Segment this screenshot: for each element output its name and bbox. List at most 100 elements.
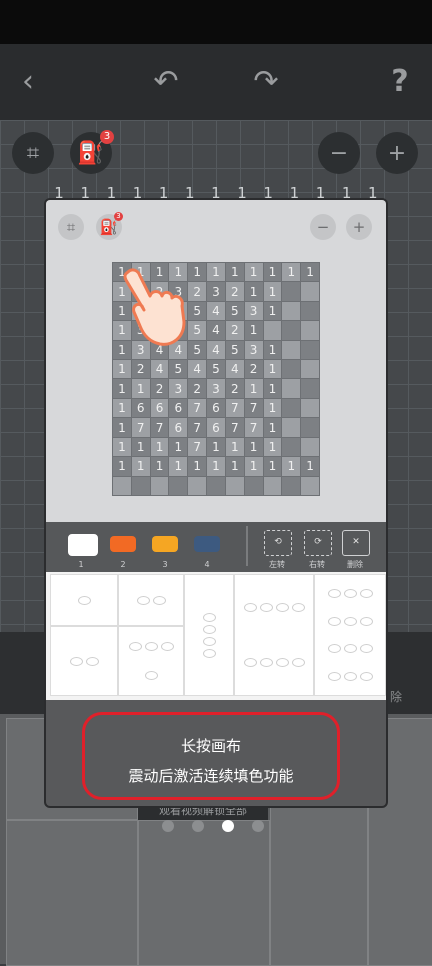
grid-cell: 6 — [131, 398, 150, 418]
grid-cell — [301, 418, 319, 437]
top-toolbar — [0, 44, 432, 120]
color-swatch-label: 1 — [78, 560, 84, 569]
grid-cell: 1 — [244, 263, 263, 282]
grid-cell: 4 — [150, 360, 169, 379]
grid-cell: 1 — [188, 457, 207, 476]
tutorial-modal: ⌗ ⛽ 3 − + 111111111111123232111344545311… — [46, 200, 386, 806]
color-swatch-label: 4 — [204, 560, 210, 569]
grid-cell: 1 — [263, 301, 282, 321]
undo-icon[interactable]: ↶ — [146, 62, 186, 102]
grid-cell: 1 — [263, 263, 282, 282]
grid-cell: 2 — [225, 321, 244, 340]
grid-cell: 1 — [113, 457, 131, 476]
select-tool-icon[interactable]: ⌗ — [12, 132, 54, 174]
grid-cell — [301, 321, 319, 340]
grid-cell: 7 — [244, 418, 263, 437]
grid-cell: 6 — [207, 398, 225, 418]
grid-cell — [282, 476, 301, 495]
grid-cell: 4 — [188, 360, 207, 379]
grid-cell: 1 — [263, 340, 282, 360]
grid-cell: 2 — [225, 379, 244, 398]
zoom-out-icon[interactable]: − — [318, 132, 360, 174]
rotate-right-label: 右转 — [309, 560, 325, 569]
rotate-right-icon: ⟳ — [304, 530, 332, 556]
fill-count-badge: 3 — [100, 130, 114, 144]
zoom-in-icon[interactable]: + — [376, 132, 418, 174]
grid-cell — [282, 340, 301, 360]
page-dot[interactable] — [252, 820, 264, 832]
rotate-left-label: 左转 — [269, 560, 285, 569]
grid-cell: 1 — [282, 263, 301, 282]
brick-4x4 — [314, 574, 386, 696]
back-icon[interactable]: ‹ — [8, 62, 48, 102]
grid-cell: 5 — [225, 340, 244, 360]
grid-cell: 1 — [225, 437, 244, 457]
grid-cell: 6 — [150, 398, 169, 418]
delete-label: 删除 — [347, 560, 363, 569]
delete-label-behind: 除 — [390, 690, 403, 704]
grid-cell: 7 — [225, 398, 244, 418]
grid-cell — [301, 282, 319, 301]
palette-divider — [246, 526, 248, 566]
grid-cell: 1 — [282, 457, 301, 476]
grid-cell: 7 — [188, 398, 207, 418]
grid-cell — [282, 321, 301, 340]
grid-cell: 1 — [113, 437, 131, 457]
grid-cell: 1 — [113, 418, 131, 437]
rotate-left-icon: ⟲ — [264, 530, 292, 556]
grid-cell: 1 — [113, 379, 131, 398]
grid-cell — [188, 476, 207, 495]
grid-cell — [282, 360, 301, 379]
brick-cell — [6, 820, 138, 966]
page-indicator — [162, 820, 264, 832]
grid-cell: 1 — [263, 418, 282, 437]
brick-library — [46, 572, 386, 700]
grid-cell: 1 — [131, 379, 150, 398]
grid-cell — [282, 437, 301, 457]
brick-cell — [138, 820, 270, 966]
grid-cell: 1 — [169, 437, 188, 457]
color-swatch — [110, 536, 136, 552]
grid-cell: 7 — [150, 418, 169, 437]
grid-cell: 3 — [207, 379, 225, 398]
redo-icon[interactable]: ↷ — [246, 62, 286, 102]
grid-cell: 1 — [207, 457, 225, 476]
preview-zoom-in-icon: + — [346, 214, 372, 240]
brick-1x4 — [184, 574, 234, 696]
grid-cell — [207, 476, 225, 495]
grid-cell: 2 — [225, 282, 244, 301]
grid-cell: 5 — [169, 360, 188, 379]
grid-cell: 3 — [207, 282, 225, 301]
help-button[interactable]: ? — [380, 62, 420, 102]
grid-cell: 1 — [263, 398, 282, 418]
grid-cell — [301, 301, 319, 321]
brick-2x4 — [234, 574, 314, 696]
grid-cell: 4 — [225, 360, 244, 379]
grid-cell: 1 — [244, 437, 263, 457]
tip-box: 长按画布 震动后激活连续填色功能 — [82, 712, 340, 800]
grid-cell: 1 — [244, 379, 263, 398]
grid-cell: 1 — [244, 321, 263, 340]
grid-cell: 7 — [225, 418, 244, 437]
delete-icon: ✕ — [342, 530, 370, 556]
brick-1x1 — [50, 574, 118, 626]
grid-cell: 2 — [188, 379, 207, 398]
grid-cell: 2 — [131, 360, 150, 379]
brick-1x2-corner — [118, 574, 184, 626]
pointing-hand-icon — [123, 268, 186, 346]
page-dot[interactable] — [192, 820, 204, 832]
preview-select-icon: ⌗ — [58, 214, 84, 240]
page-dot[interactable] — [162, 820, 174, 832]
grid-cell: 1 — [150, 457, 169, 476]
grid-cell: 1 — [301, 263, 319, 282]
page-dot[interactable] — [222, 820, 234, 832]
grid-cell: 4 — [207, 321, 225, 340]
color-swatch — [152, 536, 178, 552]
grid-cell: 1 — [263, 282, 282, 301]
grid-cell: 1 — [263, 360, 282, 379]
grid-cell: 1 — [131, 437, 150, 457]
grid-cell: 3 — [244, 340, 263, 360]
color-swatch-label: 2 — [120, 560, 126, 569]
grid-cell: 1 — [225, 457, 244, 476]
grid-cell — [301, 476, 319, 495]
